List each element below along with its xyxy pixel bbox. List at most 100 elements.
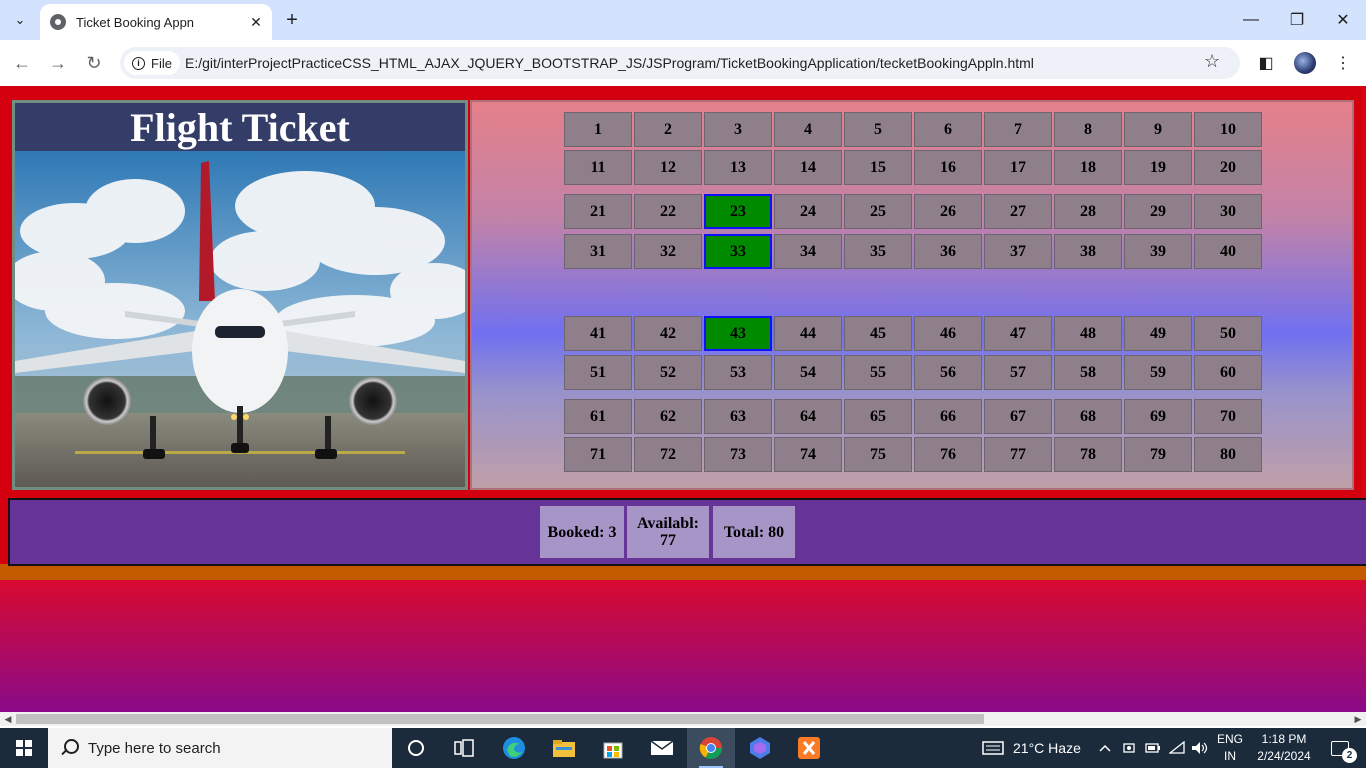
seat-button[interactable]: 33 <box>704 234 772 269</box>
seat-button[interactable]: 31 <box>564 234 632 269</box>
seat-button[interactable]: 52 <box>634 355 702 390</box>
weather-icon[interactable] <box>980 728 1006 768</box>
seat-button[interactable]: 40 <box>1194 234 1262 269</box>
seat-button[interactable]: 48 <box>1054 316 1122 351</box>
side-panel-icon[interactable]: ◧ <box>1255 52 1277 74</box>
seat-button[interactable]: 75 <box>844 437 912 472</box>
seat-button[interactable]: 21 <box>564 194 632 229</box>
seat-button[interactable]: 74 <box>774 437 842 472</box>
reload-icon[interactable]: ↻ <box>80 49 108 77</box>
battery-icon[interactable] <box>1144 728 1162 768</box>
seat-button[interactable]: 13 <box>704 150 772 185</box>
seat-button[interactable]: 36 <box>914 234 982 269</box>
seat-button[interactable]: 14 <box>774 150 842 185</box>
seat-button[interactable]: 66 <box>914 399 982 434</box>
seat-button[interactable]: 69 <box>1124 399 1192 434</box>
seat-button[interactable]: 68 <box>1054 399 1122 434</box>
seat-button[interactable]: 37 <box>984 234 1052 269</box>
seat-button[interactable]: 34 <box>774 234 842 269</box>
seat-button[interactable]: 26 <box>914 194 982 229</box>
seat-button[interactable]: 59 <box>1124 355 1192 390</box>
store-icon[interactable] <box>589 728 637 768</box>
seat-button[interactable]: 57 <box>984 355 1052 390</box>
seat-button[interactable]: 44 <box>774 316 842 351</box>
seat-button[interactable]: 64 <box>774 399 842 434</box>
seat-button[interactable]: 28 <box>1054 194 1122 229</box>
seat-button[interactable]: 49 <box>1124 316 1192 351</box>
seat-button[interactable]: 5 <box>844 112 912 147</box>
seat-button[interactable]: 29 <box>1124 194 1192 229</box>
seat-button[interactable]: 65 <box>844 399 912 434</box>
minimize-icon[interactable]: — <box>1228 0 1274 40</box>
more-icon[interactable]: ⋮ <box>1332 52 1354 74</box>
seat-button[interactable]: 78 <box>1054 437 1122 472</box>
seat-button[interactable]: 25 <box>844 194 912 229</box>
seat-button[interactable]: 58 <box>1054 355 1122 390</box>
edge-icon[interactable] <box>490 728 538 768</box>
horizontal-scrollbar[interactable]: ◀ ▶ <box>0 712 1366 726</box>
seat-button[interactable]: 54 <box>774 355 842 390</box>
seat-button[interactable]: 15 <box>844 150 912 185</box>
seat-button[interactable]: 16 <box>914 150 982 185</box>
seat-button[interactable]: 18 <box>1054 150 1122 185</box>
seat-button[interactable]: 12 <box>634 150 702 185</box>
seat-button[interactable]: 67 <box>984 399 1052 434</box>
seat-button[interactable]: 11 <box>564 150 632 185</box>
scroll-left-icon[interactable]: ◀ <box>1 712 15 726</box>
seat-button[interactable]: 62 <box>634 399 702 434</box>
cortana-icon[interactable] <box>392 728 440 768</box>
seat-button[interactable]: 23 <box>704 194 772 229</box>
forward-icon[interactable]: → <box>44 49 72 77</box>
back-icon[interactable]: ← <box>8 49 36 77</box>
seat-button[interactable]: 9 <box>1124 112 1192 147</box>
seat-button[interactable]: 7 <box>984 112 1052 147</box>
weather-text[interactable]: 21°C Haze <box>1013 728 1081 768</box>
seat-button[interactable]: 42 <box>634 316 702 351</box>
language-indicator[interactable]: ENG IN <box>1212 731 1248 765</box>
tab-search-icon[interactable]: ⌄ <box>6 7 34 33</box>
seat-button[interactable]: 56 <box>914 355 982 390</box>
seat-button[interactable]: 32 <box>634 234 702 269</box>
seat-button[interactable]: 38 <box>1054 234 1122 269</box>
seat-button[interactable]: 45 <box>844 316 912 351</box>
seat-button[interactable]: 79 <box>1124 437 1192 472</box>
notification-icon[interactable]: 2 <box>1320 728 1360 768</box>
seat-button[interactable]: 72 <box>634 437 702 472</box>
copilot-icon[interactable] <box>736 728 784 768</box>
seat-button[interactable]: 60 <box>1194 355 1262 390</box>
task-view-icon[interactable] <box>440 728 488 768</box>
seat-button[interactable]: 76 <box>914 437 982 472</box>
seat-button[interactable]: 22 <box>634 194 702 229</box>
seat-button[interactable]: 61 <box>564 399 632 434</box>
seat-button[interactable]: 10 <box>1194 112 1262 147</box>
seat-button[interactable]: 27 <box>984 194 1052 229</box>
seat-button[interactable]: 35 <box>844 234 912 269</box>
seat-button[interactable]: 47 <box>984 316 1052 351</box>
seat-button[interactable]: 3 <box>704 112 772 147</box>
chrome-icon[interactable] <box>687 728 735 768</box>
profile-avatar[interactable] <box>1294 52 1316 74</box>
chevron-up-icon[interactable] <box>1096 728 1114 768</box>
taskbar-search[interactable]: Type here to search <box>48 728 392 768</box>
xampp-icon[interactable] <box>785 728 833 768</box>
mail-icon[interactable] <box>638 728 686 768</box>
seat-button[interactable]: 70 <box>1194 399 1262 434</box>
clock[interactable]: 1:18 PM 2/24/2024 <box>1248 731 1320 765</box>
seat-button[interactable]: 17 <box>984 150 1052 185</box>
seat-button[interactable]: 71 <box>564 437 632 472</box>
seat-button[interactable]: 73 <box>704 437 772 472</box>
plus-icon[interactable]: + <box>280 8 304 32</box>
seat-button[interactable]: 2 <box>634 112 702 147</box>
seat-button[interactable]: 50 <box>1194 316 1262 351</box>
seat-button[interactable]: 4 <box>774 112 842 147</box>
url-text[interactable]: E:/git/interProjectPracticeCSS_HTML_AJAX… <box>185 55 1034 71</box>
seat-button[interactable]: 80 <box>1194 437 1262 472</box>
volume-icon[interactable] <box>1190 728 1210 768</box>
browser-tab[interactable]: Ticket Booking Appn ✕ <box>40 4 272 40</box>
seat-button[interactable]: 6 <box>914 112 982 147</box>
wifi-icon[interactable] <box>1168 728 1186 768</box>
seat-button[interactable]: 19 <box>1124 150 1192 185</box>
seat-button[interactable]: 8 <box>1054 112 1122 147</box>
seat-button[interactable]: 30 <box>1194 194 1262 229</box>
seat-button[interactable]: 46 <box>914 316 982 351</box>
